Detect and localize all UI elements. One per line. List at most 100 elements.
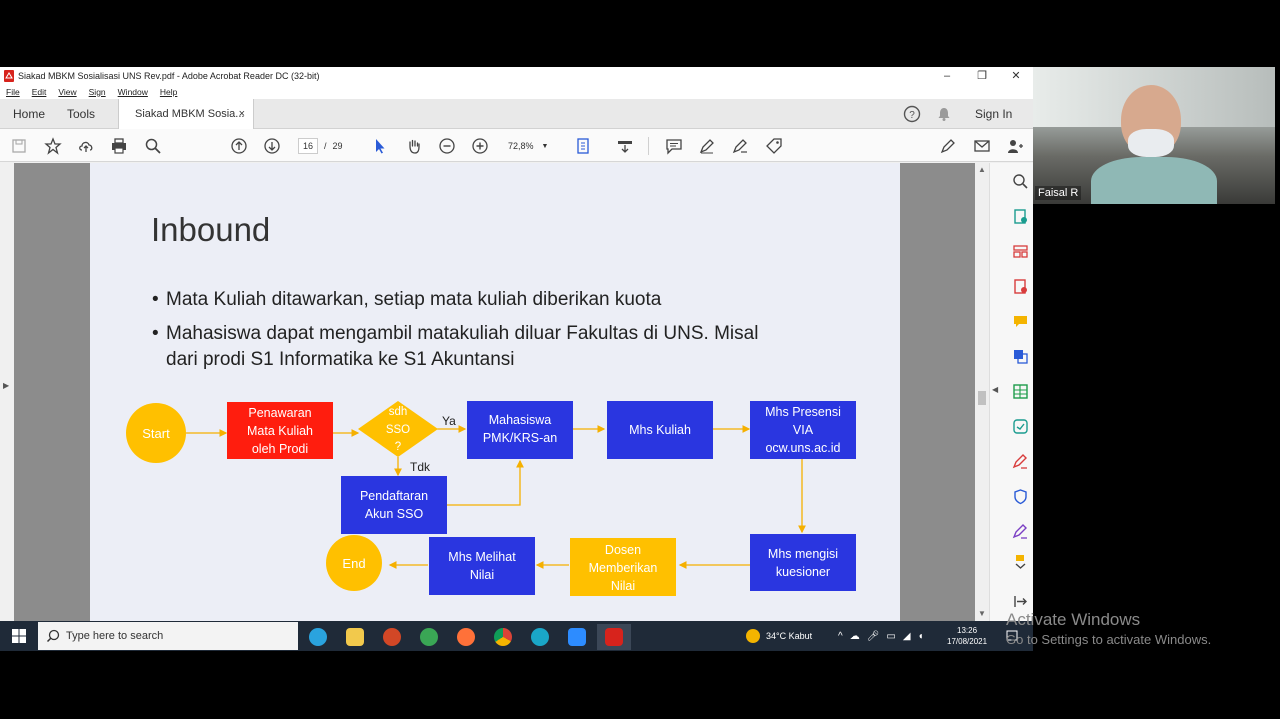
fill-sign-icon[interactable] — [730, 136, 750, 156]
close-button[interactable]: ✕ — [999, 67, 1033, 84]
network-icon[interactable]: ◢ — [903, 631, 911, 642]
kuesioner-box — [750, 534, 856, 591]
zoom-in-icon[interactable] — [470, 136, 490, 156]
firefox-icon[interactable] — [449, 624, 483, 650]
tab-home[interactable]: Home — [13, 99, 45, 129]
print-icon[interactable] — [109, 136, 129, 156]
telegram-app-icon[interactable] — [301, 624, 335, 650]
export-pdf-icon[interactable] — [1010, 206, 1030, 226]
page-total: 29 — [332, 141, 343, 151]
menu-edit[interactable]: Edit — [32, 87, 47, 97]
tab-tools[interactable]: Tools — [67, 99, 95, 129]
hand-tool-icon[interactable] — [404, 136, 424, 156]
tab-document[interactable]: Siakad MBKM Sosia... × — [118, 99, 254, 129]
vertical-scrollbar[interactable]: ▲ ▼ — [975, 163, 989, 621]
presensi-line3: ocw.uns.ac.id — [765, 441, 840, 455]
page-number-input[interactable]: 16 — [298, 138, 319, 154]
help-icon[interactable]: ? — [903, 99, 921, 129]
edit-pdf-icon[interactable] — [938, 136, 958, 156]
notification-bell-icon[interactable] — [936, 99, 952, 129]
kuliah-label: Mhs Kuliah — [629, 423, 691, 437]
highlight-pen-icon[interactable] — [697, 136, 717, 156]
cloud-icon[interactable]: ☁ — [850, 631, 860, 642]
scroll-down-icon[interactable]: ▼ — [978, 609, 986, 618]
maximize-button[interactable]: ❐ — [965, 67, 999, 84]
zoom-value: 72,8% — [508, 141, 534, 151]
pendaftaran-box — [341, 476, 447, 534]
taskbar-search-box[interactable]: Type here to search — [38, 622, 298, 650]
comment-tool-icon[interactable] — [1010, 311, 1030, 331]
windows-logo-icon — [12, 629, 26, 643]
document-viewport[interactable]: Inbound • Mata Kuliah ditawarkan, setiap … — [14, 163, 975, 621]
tab-close-icon[interactable]: × — [239, 108, 245, 120]
search-icon[interactable] — [143, 136, 163, 156]
menu-window[interactable]: Window — [118, 87, 148, 97]
penawaran-line3: oleh Prodi — [252, 442, 308, 456]
combine-files-icon[interactable] — [1010, 346, 1030, 366]
menu-bar: File Edit View Sign Window Help — [0, 84, 1033, 99]
clock[interactable]: 13:26 17/08/2021 — [947, 621, 987, 651]
windows-taskbar: Type here to search 34°C Kabut ^ ☁ 🎤︎ ▭ … — [0, 621, 1033, 651]
system-tray: ^ ☁ 🎤︎ ▭ ◢ ◖ — [838, 621, 924, 651]
search-icon — [46, 629, 60, 643]
select-cursor-icon[interactable] — [370, 136, 390, 156]
decision-line3: ? — [395, 441, 401, 453]
acrobat-taskbar-icon[interactable] — [597, 624, 631, 650]
penawaran-line1: Penawaran — [248, 406, 311, 420]
expand-panel-icon[interactable] — [1010, 591, 1030, 611]
acrobat-window: Siakad MBKM Sosialisasi UNS Rev.pdf - Ad… — [0, 67, 1033, 621]
scroll-up-icon[interactable]: ▲ — [978, 165, 986, 174]
powerpoint-icon[interactable] — [375, 624, 409, 650]
fill-sign-tool-icon[interactable] — [1010, 451, 1030, 471]
protect-shield-icon[interactable] — [1010, 486, 1030, 506]
next-page-icon[interactable] — [262, 136, 282, 156]
zoom-out-icon[interactable] — [437, 136, 457, 156]
signature-tool-icon[interactable] — [1010, 521, 1030, 541]
menu-file[interactable]: File — [6, 87, 20, 97]
chrome-profile-icon[interactable] — [412, 624, 446, 650]
search-placeholder: Type here to search — [66, 630, 164, 642]
previous-page-icon[interactable] — [229, 136, 249, 156]
penawaran-line2: Mata Kuliah — [247, 424, 313, 438]
comment-icon[interactable] — [664, 136, 684, 156]
weather-widget[interactable]: 34°C Kabut — [746, 621, 812, 651]
expand-left-panel-icon[interactable]: ▶ — [3, 381, 9, 390]
scan-enhance-icon[interactable] — [1010, 416, 1030, 436]
email-icon[interactable] — [972, 136, 992, 156]
collapse-right-panel-icon[interactable]: ◀ — [992, 385, 998, 394]
battery-icon[interactable]: ▭ — [886, 631, 895, 642]
sign-in-link[interactable]: Sign In — [975, 99, 1012, 129]
scroll-mode-icon[interactable] — [615, 136, 635, 156]
start-button[interactable] — [0, 621, 38, 651]
svg-text:?: ? — [909, 110, 915, 121]
mahasiswa-box — [467, 401, 573, 459]
page-fit-icon[interactable] — [574, 136, 594, 156]
zoom-app-icon[interactable] — [560, 624, 594, 650]
share-user-icon[interactable] — [1005, 136, 1025, 156]
upload-cloud-icon[interactable] — [76, 136, 96, 156]
mahasiswa-line2: PMK/KRS-an — [483, 431, 557, 445]
microphone-icon[interactable]: 🎤︎ — [867, 631, 880, 642]
stamp-tag-icon[interactable] — [764, 136, 784, 156]
save-icon[interactable] — [9, 136, 29, 156]
zoom-dropdown[interactable]: 72,8% ▼ — [508, 136, 548, 156]
minimize-button[interactable]: – — [930, 67, 964, 84]
left-collapse-strip[interactable]: ▶ — [0, 163, 14, 621]
volume-icon[interactable]: ◖ — [918, 631, 924, 642]
bookmark-star-icon[interactable] — [43, 136, 63, 156]
file-explorer-icon[interactable] — [338, 624, 372, 650]
scroll-thumb[interactable] — [978, 391, 986, 405]
decision-line1: sdh — [389, 406, 408, 418]
chrome-icon[interactable] — [486, 624, 520, 650]
chevron-up-icon[interactable]: ^ — [838, 631, 843, 642]
zoom-search-icon[interactable] — [1010, 171, 1030, 191]
menu-view[interactable]: View — [58, 87, 76, 97]
organize-pages-icon[interactable] — [1010, 241, 1030, 261]
menu-sign[interactable]: Sign — [89, 87, 106, 97]
menu-help[interactable]: Help — [160, 87, 177, 97]
edit-table-icon[interactable] — [1010, 381, 1030, 401]
edge-icon[interactable] — [523, 624, 557, 650]
more-tools-icon[interactable] — [1010, 551, 1030, 571]
create-pdf-icon[interactable] — [1010, 276, 1030, 296]
dosen-line2: Memberikan — [589, 561, 658, 575]
